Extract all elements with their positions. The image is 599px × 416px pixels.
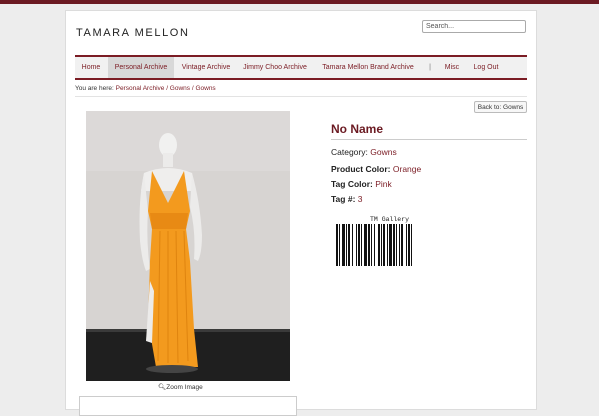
product-color-value: Orange [392,164,422,174]
nav-log-out[interactable]: Log Out [470,57,502,78]
category-row: Category: Gowns [331,147,397,157]
tag-number-value: 3 [357,194,363,204]
gown-photo-illustration [86,111,290,381]
breadcrumb-prefix: You are here: [75,85,114,92]
nav-vintage-archive[interactable]: Vintage Archive [177,57,235,78]
barcode-bar [336,224,338,266]
barcode-bar [401,224,403,266]
barcode-bar [358,224,360,266]
barcode-bar [399,224,400,266]
barcode-bar [342,224,345,266]
tag-color-row: Tag Color: Pink [331,179,392,189]
zoom-image-link[interactable]: 🔍︎Zoom Image [158,383,203,391]
page-container: TAMARA MELLON Home Personal Archive Vint… [65,10,537,416]
barcode-bar [364,224,367,266]
breadcrumb: You are here: Personal Archive / Gowns /… [75,85,216,92]
item-title: No Name [331,122,384,136]
barcode-bar [368,224,370,266]
barcode-bar [383,224,385,266]
barcode-bar [406,224,407,266]
barcode-bar [389,224,392,266]
tag-number-label: Tag #: [331,194,356,204]
barcode-bar [408,224,410,266]
barcode-bar [411,224,412,266]
back-button[interactable]: Back to: Gowns [474,101,527,113]
product-color-row: Product Color: Orange [331,164,421,174]
barcode-bar [378,224,380,266]
tag-number-row: Tag #: 3 [331,194,363,204]
barcode-bar [374,224,375,266]
barcode-bar [346,224,347,266]
barcode-bar [393,224,395,266]
barcode-bar [352,224,353,266]
barcode-bar [356,224,357,266]
title-divider [331,139,527,140]
category-label: Category: [331,147,368,157]
barcode-image [336,224,412,266]
main-nav: Home Personal Archive Vintage Archive Ji… [75,55,527,80]
zoom-label: Zoom Image [166,384,203,391]
barcode-bar [387,224,388,266]
tag-color-value: Pink [375,179,392,189]
barcode-bar [348,224,350,266]
breadcrumb-link[interactable]: Personal Archive / Gowns / Gowns [116,85,216,92]
nav-separator: | [429,64,431,71]
nav-jimmy-choo-archive[interactable]: Jimmy Choo Archive [239,57,311,78]
barcode-bar [396,224,397,266]
divider [75,96,527,97]
nav-tamara-mellon-brand-archive[interactable]: Tamara Mellon Brand Archive [318,57,418,78]
product-color-label: Product Color: [331,164,391,174]
thumbnail-strip [79,396,297,416]
nav-misc[interactable]: Misc [440,57,464,78]
site-logo[interactable]: TAMARA MELLON [76,27,190,39]
category-value[interactable]: Gowns [370,147,396,157]
barcode-bar [381,224,382,266]
barcode-bar [371,224,372,266]
top-accent-line [0,0,599,4]
barcode-bar [361,224,362,266]
barcode-bar [339,224,340,266]
nav-personal-archive[interactable]: Personal Archive [108,57,174,78]
product-image[interactable] [86,111,290,381]
nav-home[interactable]: Home [75,57,107,78]
barcode-label: TM Gallery [370,216,410,223]
search-input[interactable] [422,20,526,33]
tag-color-label: Tag Color: [331,179,373,189]
